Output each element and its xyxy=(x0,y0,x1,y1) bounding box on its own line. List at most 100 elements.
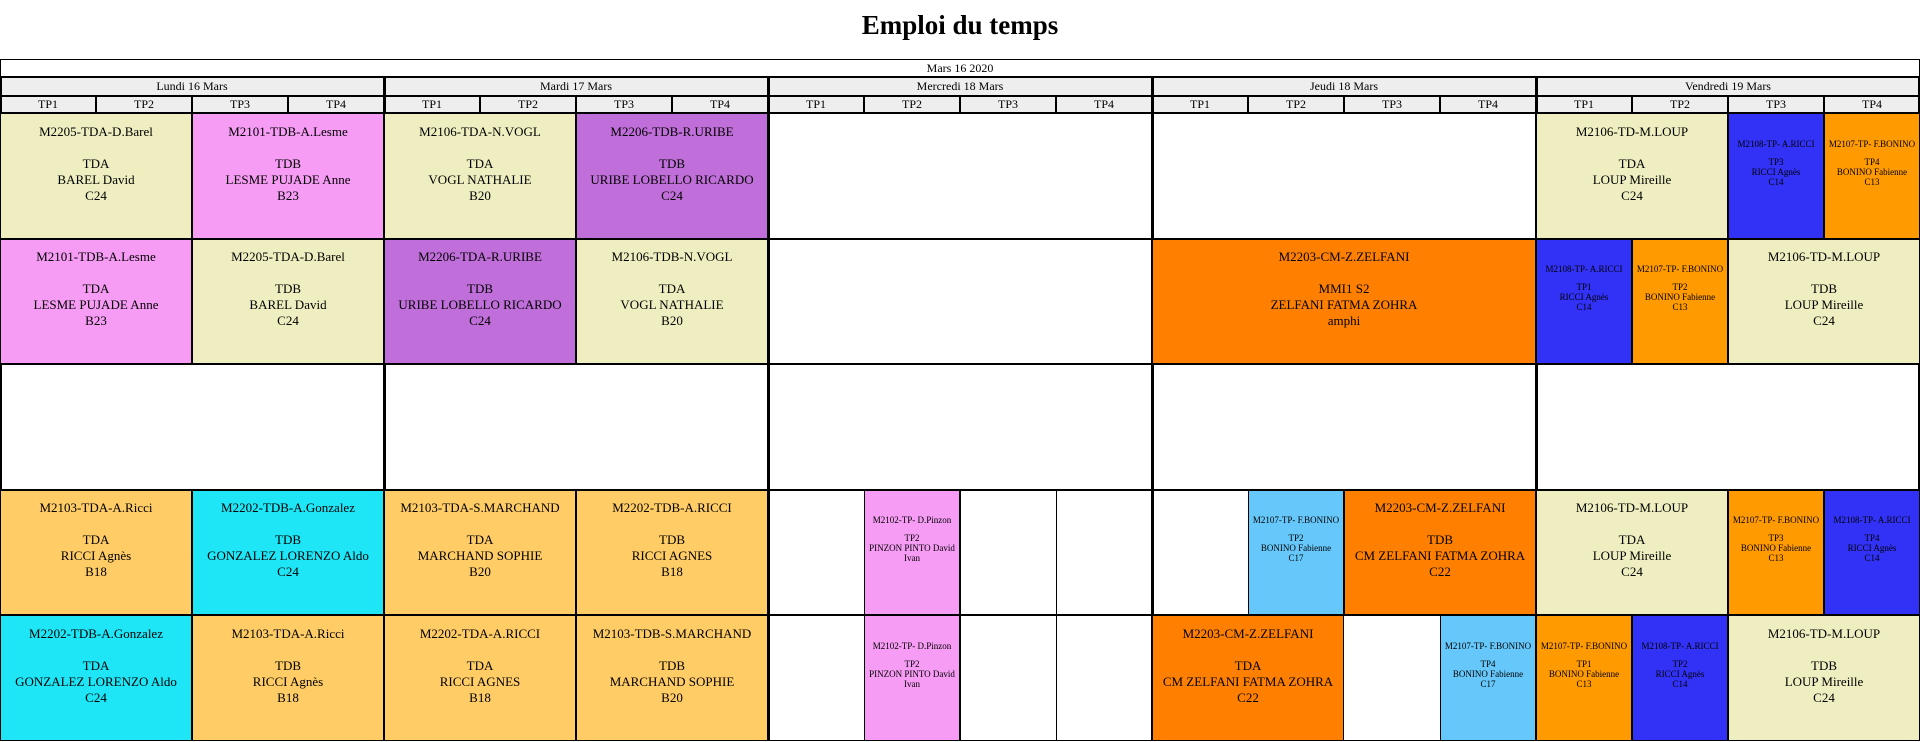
course-group: TP4 xyxy=(1864,533,1880,544)
empty-slot xyxy=(0,364,384,490)
course-teacher: CM ZELFANI FATMA ZOHRA xyxy=(1354,548,1526,564)
course-teacher: PINZON PINTO David Ivan xyxy=(869,668,955,689)
course-room: C24 xyxy=(469,313,491,329)
page-title: Emploi du temps xyxy=(861,10,1059,40)
empty-slot xyxy=(768,364,1152,490)
course-cell[interactable]: M2202-TDB-A.Gonzalez TDB GONZALEZ LORENZO … xyxy=(192,489,384,615)
course-cell[interactable]: M2108-TP- A.RICCI TP1 RICCI Agnès C14 xyxy=(1536,238,1632,364)
course-title: M2107-TP- F.BONINO xyxy=(1828,138,1916,149)
course-title: M2108-TP- A.RICCI xyxy=(1737,138,1815,149)
course-title: M2107-TP- F.BONINO xyxy=(1252,515,1340,526)
course-teacher: RICCI Agnès xyxy=(1655,668,1705,679)
empty-slot xyxy=(384,364,768,490)
course-group: TP3 xyxy=(1768,533,1784,544)
course-group: TP2 xyxy=(1672,282,1688,293)
course-teacher: VOGL NATHALIE xyxy=(620,297,724,313)
course-room: C24 xyxy=(1621,564,1643,580)
course-teacher: CM ZELFANI FATMA ZOHRA xyxy=(1162,673,1334,689)
course-teacher: LOUP Mireille xyxy=(1592,548,1672,564)
course-title: M2103-TDB-S.MARCHAND xyxy=(592,625,752,641)
course-cell[interactable]: M2107-TP- F.BONINO TP1 BONINO Fabienne C13 xyxy=(1536,615,1632,741)
course-title: M2107-TP- F.BONINO xyxy=(1540,640,1628,651)
course-cell[interactable]: M2102-TP- D.Pinzon TP2 PINZON PINTO David … xyxy=(864,489,960,615)
course-title: M2203-CM-Z.ZELFANI xyxy=(1182,625,1314,641)
course-cell[interactable]: M2107-TP- F.BONINO TP4 BONINO Fabienne C17 xyxy=(1440,615,1536,741)
course-teacher: LOUP Mireille xyxy=(1784,673,1864,689)
course-cell[interactable]: M2202-TDB-A.Gonzalez TDA GONZALEZ LORENZO … xyxy=(0,615,192,741)
course-teacher: URIBE LOBELLO RICARDO xyxy=(590,171,754,187)
course-cell[interactable]: M2106-TD-M.LOUP TDB LOUP Mireille C24 xyxy=(1728,615,1920,741)
course-group: MMI1 S2 xyxy=(1318,281,1370,297)
grid-line xyxy=(960,615,961,741)
course-teacher: LESME PUJADE Anne xyxy=(225,171,351,187)
course-title: M2202-TDB-A.Gonzalez xyxy=(29,625,163,641)
course-cell[interactable]: M2106-TDB-N.VOGL TDA VOGL NATHALIE B20 xyxy=(576,238,768,364)
day-divider xyxy=(768,77,770,741)
group-header: TP1 xyxy=(1536,96,1632,113)
course-cell[interactable]: M2103-TDA-S.MARCHAND TDA MARCHAND SOPHIE B2… xyxy=(384,489,576,615)
course-cell[interactable]: M2202-TDB-A.RICCI TDB RICCI AGNES B18 xyxy=(576,489,768,615)
course-title: M2203-CM-Z.ZELFANI xyxy=(1278,249,1410,265)
course-room: C13 xyxy=(1864,176,1880,187)
course-group: TP4 xyxy=(1864,156,1880,167)
course-cell[interactable]: M2103-TDA-A.Ricci TDA RICCI Agnès B18 xyxy=(0,489,192,615)
course-cell[interactable]: M2203-CM-Z.ZELFANI TDA CM ZELFANI FATMA ZO… xyxy=(1152,615,1344,741)
course-cell[interactable]: M2205-TDA-D.Barel TDB BAREL David C24 xyxy=(192,238,384,364)
course-cell[interactable]: M2203-CM-Z.ZELFANI TDB CM ZELFANI FATMA ZO… xyxy=(1344,489,1536,615)
group-header: TP1 xyxy=(0,96,96,113)
course-cell[interactable]: M2103-TDB-S.MARCHAND TDB MARCHAND SOPHIE B2… xyxy=(576,615,768,741)
course-room: B20 xyxy=(661,313,683,329)
course-room: C24 xyxy=(1621,187,1643,203)
course-cell[interactable]: M2206-TDB-R.URIBE TDB URIBE LOBELLO RICARD… xyxy=(576,113,768,239)
course-cell[interactable]: M2203-CM-Z.ZELFANI MMI1 S2 ZELFANI FATMA Z… xyxy=(1152,238,1536,364)
empty-slot xyxy=(1152,364,1536,490)
course-cell[interactable]: M2108-TP- A.RICCI TP2 RICCI Agnès C14 xyxy=(1632,615,1728,741)
course-cell[interactable]: M2107-TP- F.BONINO TP4 BONINO Fabienne C13 xyxy=(1824,113,1920,239)
course-title: M2101-TDB-A.Lesme xyxy=(36,249,156,265)
course-room: B18 xyxy=(661,564,683,580)
course-title: M2106-TD-M.LOUP xyxy=(1767,625,1881,641)
course-teacher: LESME PUJADE Anne xyxy=(33,297,159,313)
course-room: C24 xyxy=(277,313,299,329)
course-group: TP1 xyxy=(1576,658,1592,669)
course-cell[interactable]: M2106-TD-M.LOUP TDA LOUP Mireille C24 xyxy=(1536,113,1728,239)
course-cell[interactable]: M2106-TD-M.LOUP TDA LOUP Mireille C24 xyxy=(1536,489,1728,615)
group-header: TP4 xyxy=(1056,96,1152,113)
course-cell[interactable]: M2107-TP- F.BONINO TP3 BONINO Fabienne C13 xyxy=(1728,489,1824,615)
course-room: C17 xyxy=(1288,553,1304,564)
group-header: TP4 xyxy=(1824,96,1920,113)
course-cell[interactable]: M2102-TP- D.Pinzon TP2 PINZON PINTO David … xyxy=(864,615,960,741)
group-header: TP3 xyxy=(1728,96,1824,113)
course-group: TP4 xyxy=(1480,658,1496,669)
course-cell[interactable]: M2101-TDB-A.Lesme TDB LESME PUJADE Anne B23 xyxy=(192,113,384,239)
course-title: M2106-TD-M.LOUP xyxy=(1575,123,1689,139)
course-cell[interactable]: M2106-TD-M.LOUP TDB LOUP Mireille C24 xyxy=(1728,238,1920,364)
course-cell[interactable]: M2202-TDA-A.RICCI TDA RICCI AGNES B18 xyxy=(384,615,576,741)
course-cell[interactable]: M2101-TDB-A.Lesme TDA LESME PUJADE Anne B23 xyxy=(0,238,192,364)
course-group: TP3 xyxy=(1768,156,1784,167)
course-room: C14 xyxy=(1864,553,1880,564)
course-cell[interactable]: M2206-TDA-R.URIBE TDB URIBE LOBELLO RICARD… xyxy=(384,238,576,364)
course-teacher: BONINO Fabienne xyxy=(1644,292,1716,303)
course-room: C13 xyxy=(1672,302,1688,313)
course-title: M2108-TP- A.RICCI xyxy=(1545,264,1623,275)
course-group: TDA xyxy=(1618,532,1646,548)
course-room: B18 xyxy=(85,564,107,580)
course-cell[interactable]: M2108-TP- A.RICCI TP3 RICCI Agnès C14 xyxy=(1728,113,1824,239)
course-cell[interactable]: M2107-TP- F.BONINO TP2 BONINO Fabienne C17 xyxy=(1248,489,1344,615)
course-cell[interactable]: M2108-TP- A.RICCI TP4 RICCI Agnès C14 xyxy=(1824,489,1920,615)
course-room: C22 xyxy=(1237,689,1259,705)
course-title: M2103-TDA-A.Ricci xyxy=(39,500,153,516)
course-title: M2206-TDA-R.URIBE xyxy=(418,249,542,265)
day-header: Lundi 16 Mars xyxy=(0,77,384,96)
group-header: TP2 xyxy=(96,96,192,113)
course-teacher: MARCHAND SOPHIE xyxy=(417,548,543,564)
course-teacher: RICCI Agnès xyxy=(1751,166,1801,177)
course-title: M2203-CM-Z.ZELFANI xyxy=(1374,500,1506,516)
course-cell[interactable]: M2106-TDA-N.VOGL TDA VOGL NATHALIE B20 xyxy=(384,113,576,239)
course-room: B20 xyxy=(661,689,683,705)
course-cell[interactable]: M2107-TP- F.BONINO TP2 BONINO Fabienne C13 xyxy=(1632,238,1728,364)
course-room: C24 xyxy=(1813,689,1835,705)
course-cell[interactable]: M2205-TDA-D.Barel TDA BAREL David C24 xyxy=(0,113,192,239)
course-cell[interactable]: M2103-TDA-A.Ricci TDB RICCI Agnès B18 xyxy=(192,615,384,741)
